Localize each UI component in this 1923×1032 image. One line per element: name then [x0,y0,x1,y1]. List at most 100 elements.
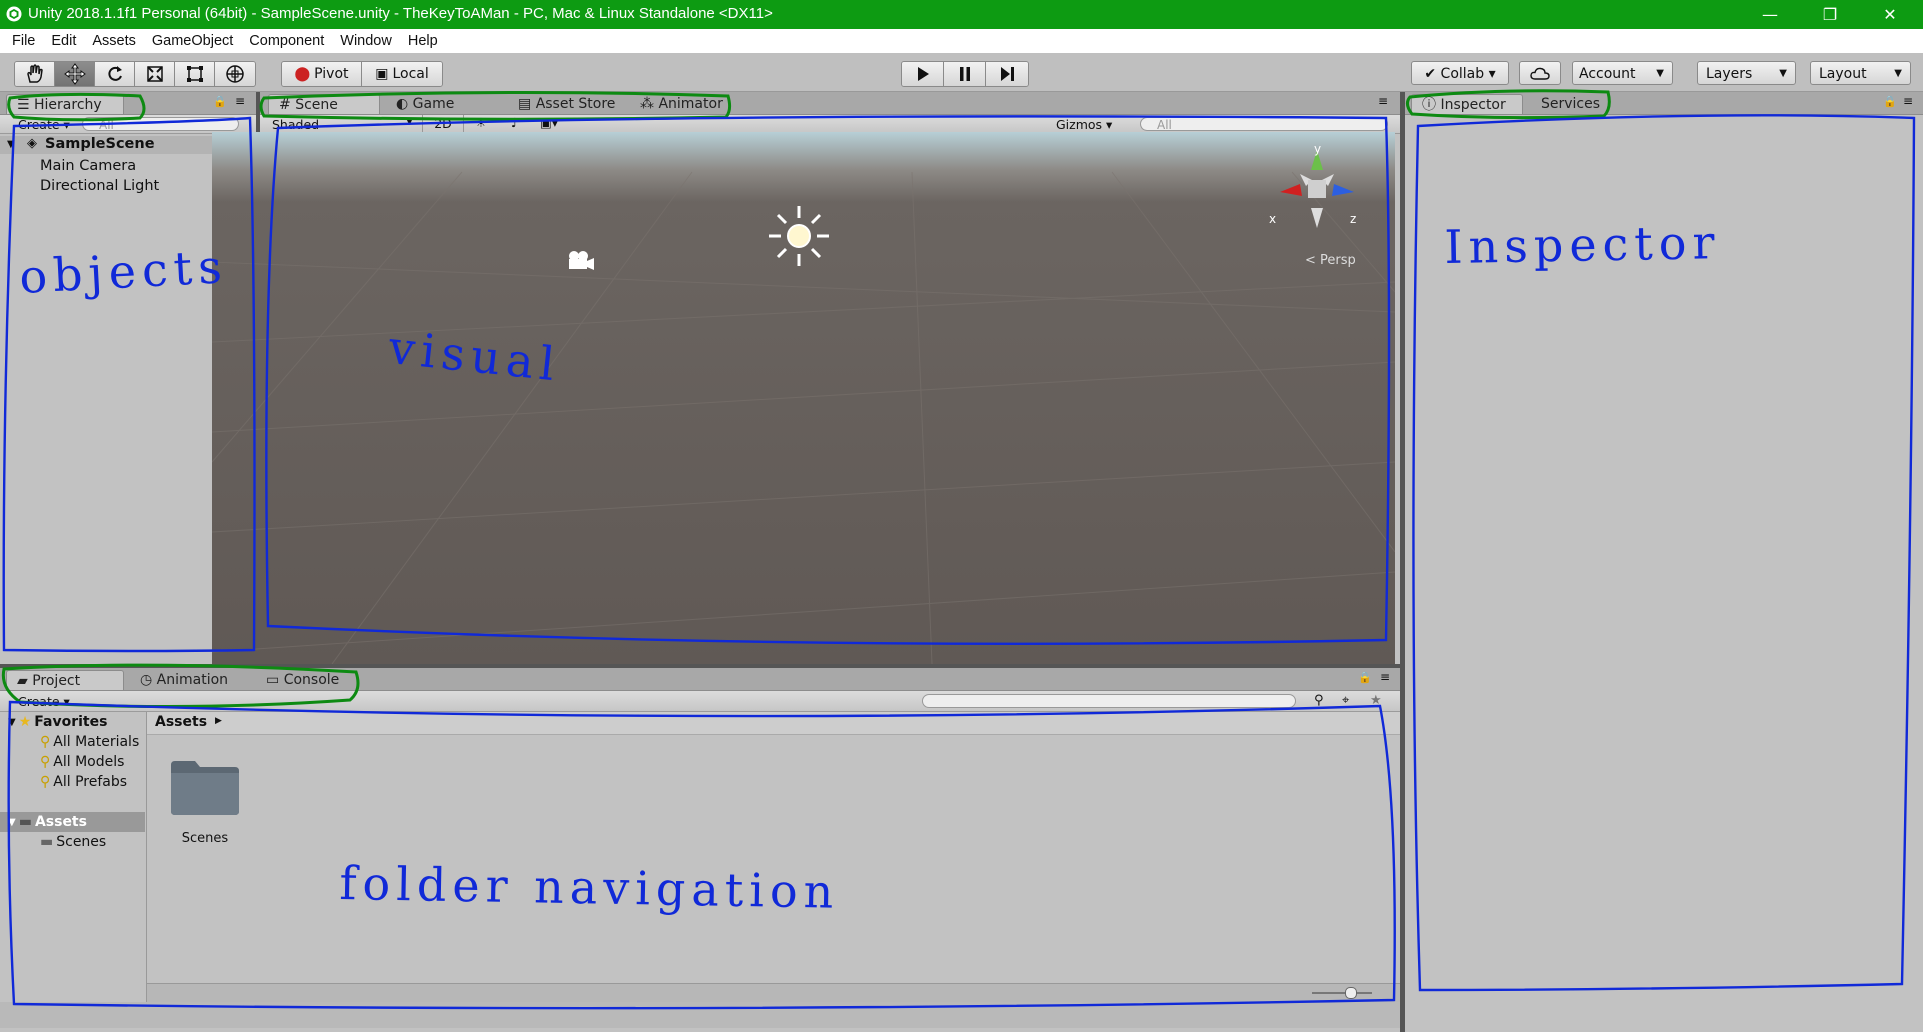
close-button[interactable]: ✕ [1861,0,1919,29]
dropdown-arrow-icon: ▼ [1779,68,1787,79]
lock-icon[interactable]: 🔒 [1358,671,1372,684]
annotation-folder-navigation: folder navigation [339,856,840,919]
favorite-item[interactable]: ⚲ All Materials [40,734,139,750]
favorite-item[interactable]: ⚲ All Prefabs [40,774,127,790]
animator-icon: ⁂ [640,96,659,112]
annotation-objects: objects [18,239,230,304]
search-icon: ⚲ [40,734,51,750]
menu-edit[interactable]: Edit [43,29,84,53]
cloud-button[interactable] [1519,61,1561,85]
orientation-gizmo[interactable] [1272,144,1362,234]
menu-window[interactable]: Window [332,29,400,53]
rotate-icon [107,66,122,81]
tab-game[interactable]: ◐ Game [386,94,464,114]
local-toggle[interactable]: ▣ Local [362,62,442,86]
project-subbar: Create ▾ ⚲ ⌖ ★ [0,691,1400,712]
filter-by-type-icon[interactable]: ⚲ [1314,693,1324,708]
tab-animator[interactable]: ⁂ Animator [630,94,733,114]
hierarchy-create-button[interactable]: Create ▾ [18,117,70,132]
tab-inspector[interactable]: ⓘ Inspector [1411,94,1523,114]
expand-arrow-icon[interactable]: ▼ [8,717,16,728]
menu-assets[interactable]: Assets [84,29,144,53]
collab-button[interactable]: ✔ Collab ▾ [1411,61,1509,85]
audio-toggle-icon[interactable]: ♪ [500,115,530,130]
layers-dropdown[interactable]: Layers ▼ [1697,61,1796,85]
window-title: Unity 2018.1.1f1 Personal (64bit) - Samp… [28,5,773,22]
zoom-slider-track[interactable] [1312,992,1372,994]
favorite-item[interactable]: ⚲ All Models [40,754,124,770]
asset-folder-item[interactable]: Scenes [169,757,241,846]
camera-icon[interactable] [565,250,595,272]
tree-folder-item[interactable]: ▬ Scenes [40,834,106,850]
rotate-tool-button[interactable] [95,62,135,86]
lighting-toggle-icon[interactable]: ☀ [466,115,496,130]
scene-search-input[interactable]: All [1140,117,1388,132]
expand-arrow-icon[interactable]: ▼ [8,817,16,828]
panel-menu-icon[interactable]: ≡ [1380,670,1390,684]
gizmo-y-label: y [1314,142,1322,156]
account-dropdown[interactable]: Account ▼ [1572,61,1673,85]
favorite-star-icon[interactable]: ★ [1370,693,1382,708]
menu-gameobject[interactable]: GameObject [144,29,241,53]
main-toolbar: ⬤ Pivot ▣ Local ✔ Collab ▾ Account ▼ Layers… [0,53,1923,92]
maximize-button[interactable]: ❐ [1801,0,1859,29]
dropdown-arrow-icon: ▼ [406,117,413,127]
move-tool-button[interactable] [55,62,95,86]
gizmos-dropdown[interactable]: Gizmos ▾ [1056,117,1112,132]
scene-viewport[interactable]: y x z < Persp [212,132,1395,664]
assets-folder-row[interactable]: ▼ ▬ Assets [0,812,145,832]
step-button[interactable] [986,62,1028,86]
rect-transform-icon [186,66,203,82]
hand-tool-button[interactable] [15,62,55,86]
rect-tool-button[interactable] [175,62,215,86]
breadcrumb-assets[interactable]: Assets [155,714,207,730]
panel-menu-icon[interactable]: ≡ [235,94,245,108]
pivot-toggle[interactable]: ⬤ Pivot [282,62,362,86]
gizmo-z-label: z [1350,212,1357,226]
menu-file[interactable]: File [0,29,43,53]
tab-asset-store[interactable]: ▤ Asset Store [508,94,625,114]
bottom-status-bar [0,1002,1400,1028]
store-icon: ▤ [518,96,536,112]
panel-menu-icon[interactable]: ≡ [1903,94,1913,108]
layout-dropdown[interactable]: Layout ▼ [1810,61,1911,85]
minimize-button[interactable]: — [1741,0,1799,29]
lock-icon[interactable]: 🔒 [1883,95,1897,108]
expand-arrow-icon[interactable]: ▼ [7,139,15,150]
menu-bar: File Edit Assets GameObject Component Window H… [0,29,1923,53]
tab-project[interactable]: ▰ Project [6,670,124,690]
hierarchy-item[interactable]: Main Camera [40,158,136,174]
list-icon: ☰ [17,97,35,113]
persp-toggle[interactable]: < Persp [1305,253,1356,268]
transform-tool-button[interactable] [215,62,255,86]
tab-console[interactable]: ▭ Console [256,670,349,690]
scale-tool-button[interactable] [135,62,175,86]
tab-scene[interactable]: # Scene [268,94,380,114]
tab-animation[interactable]: ◷ Animation [130,670,238,690]
favorites-row[interactable]: ▼ ★ Favorites [8,714,107,730]
scene-tabstrip: # Scene ◐ Game ▤ Asset Store ⁂ Animator … [260,92,1400,115]
panel-menu-icon[interactable]: ≡ [1378,94,1388,108]
pause-button[interactable] [944,62,986,86]
filter-by-label-icon[interactable]: ⌖ [1342,693,1349,708]
lock-icon[interactable]: 🔒 [213,95,227,108]
play-icon [917,67,929,81]
combined-transform-icon [226,65,244,83]
effects-dropdown-icon[interactable]: ▣▾ [534,115,564,130]
tab-services[interactable]: Services [1531,94,1610,114]
project-search-input[interactable] [922,694,1296,708]
2d-toggle[interactable]: 2D [422,115,464,133]
grid-icon: # [279,97,296,113]
hierarchy-search-input[interactable]: All [82,117,239,132]
play-button[interactable] [902,62,944,86]
shading-mode-dropdown[interactable]: Shaded [272,117,319,132]
zoom-slider-thumb[interactable] [1345,987,1357,999]
menu-component[interactable]: Component [241,29,332,53]
menu-help[interactable]: Help [400,29,446,53]
window-title-bar: Unity 2018.1.1f1 Personal (64bit) - Samp… [0,0,1923,29]
hierarchy-item[interactable]: Directional Light [40,178,159,194]
project-create-button[interactable]: Create ▾ [18,694,70,709]
hierarchy-tabstrip: ☰ Hierarchy 🔒 ≡ [0,92,256,115]
tab-hierarchy[interactable]: ☰ Hierarchy [6,94,124,114]
directional-light-icon[interactable] [767,204,831,268]
